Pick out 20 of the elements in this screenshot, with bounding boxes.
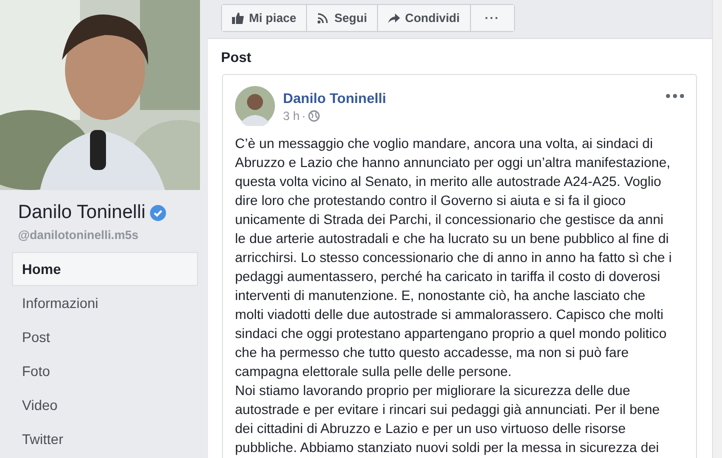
section-title: Post bbox=[221, 49, 252, 65]
scrollbar[interactable] bbox=[712, 0, 722, 458]
page-username: @danilotoninelli.m5s bbox=[18, 228, 140, 242]
nav-item[interactable]: Foto bbox=[12, 354, 198, 388]
nav-item[interactable]: Post bbox=[12, 320, 198, 354]
avatar-icon bbox=[235, 86, 275, 126]
nav-item[interactable]: Twitter bbox=[12, 422, 198, 456]
share-arrow-icon bbox=[388, 12, 400, 24]
nav-item[interactable]: Video bbox=[12, 388, 198, 422]
like-button[interactable]: Mi piace bbox=[222, 5, 308, 31]
rss-icon bbox=[317, 12, 330, 24]
author-link[interactable]: Danilo Toninelli bbox=[283, 90, 386, 106]
nav-item[interactable]: Home bbox=[12, 252, 198, 286]
more-options-icon[interactable] bbox=[666, 94, 684, 98]
separator: · bbox=[302, 109, 306, 123]
nav-item[interactable]: Informazioni bbox=[12, 286, 198, 320]
page-name: Danilo Toninelli bbox=[18, 202, 146, 224]
post-text: Noi stiamo lavorando proprio per migliorare la sicurezza delle due autostrade e per evitare i rincari sui pedaggi già annunciati. Per il bene dei cittadini di Abruzzo e Lazio e per un uso virtuoso delle risorse pubbliche. Abbiamo stanziato nuovi soldi per la messa in sicurezza dei bbox=[235, 382, 661, 457]
thumbs-up-icon bbox=[232, 12, 244, 24]
post-text: C’è un messaggio che voglio mandare, ancora una volta, ai sindaci di Abruzzo e Lazio che hanno annunciato per oggi un’altra manifestazione, questa volta vicino al Senato, in merito alle autostrade A24-A25. Voglio dire loro che protestando contro il Governo si aiuta e si fa il gioco unicamente di Strada dei Parchi, il concessionario che gestisce da anni le due arterie autostradali e che ha lucrato su un bene pubblico al fine di arricchirsi. Lo stesso concessionario che di anno in anno ha fatto sì che i pedaggi aumentassero, perché ha caricato in tariffa il costo di doverosi interventi di manutenzione. E, nonostante ciò, ha anche lasciato che molti viadotti delle due autostrade si ammalorassero. Capisco che molti sindaci che oggi protestano appartengano proprio a quel mondo politico che ha permesso che tutto questo accadesse, ma non si può fare campagna elettorale sulla pelle delle persone. bbox=[235, 135, 673, 381]
